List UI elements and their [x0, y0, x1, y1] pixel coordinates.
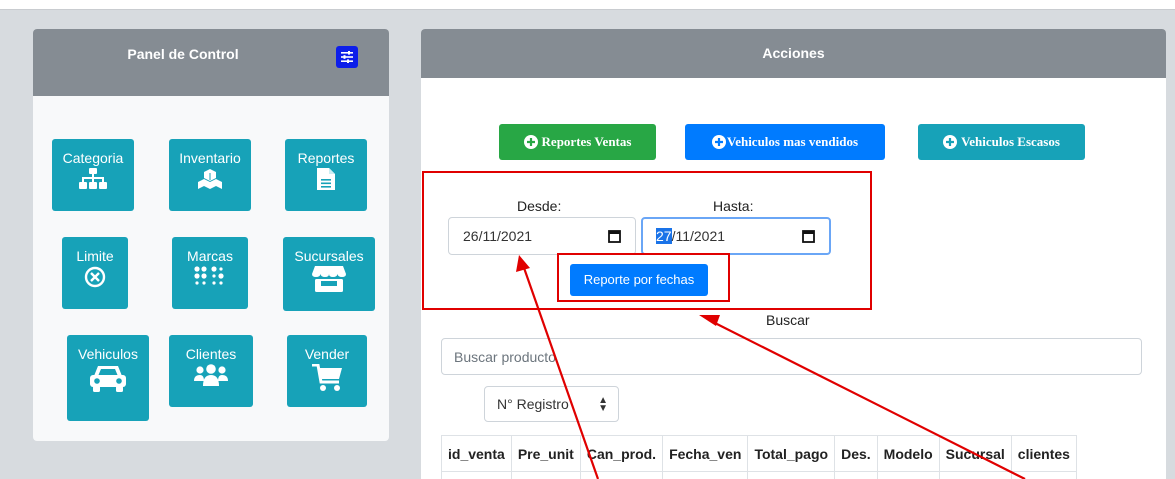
sitemap-icon: [79, 168, 107, 189]
file-icon: [317, 168, 335, 190]
tile-vehiculos[interactable]: Vehiculos: [67, 335, 149, 421]
desde-date-input[interactable]: 26/11/2021: [448, 217, 636, 255]
tile-label: Sucursales: [294, 248, 364, 264]
vehiculos-mas-vendidos-button[interactable]: Vehiculos mas vendidos: [685, 124, 885, 160]
actions-panel: Acciones Reportes Ventas Vehiculos mas v…: [421, 29, 1166, 479]
hasta-label: Hasta:: [713, 198, 754, 214]
braille-icon: [194, 266, 224, 285]
select-arrows-icon: ▲ ▼: [598, 395, 608, 414]
table-header-cell[interactable]: clientes: [1010, 435, 1077, 472]
tile-label: Clientes: [185, 346, 237, 362]
table-header-cell[interactable]: Modelo: [876, 435, 940, 472]
tile-label: Limite: [76, 248, 114, 264]
desde-label: Desde:: [517, 198, 562, 214]
tile-label: Inventario: [179, 150, 241, 166]
ventas-table: id_venta Pre_unit Can_prod. Fecha_ven To…: [441, 435, 1077, 479]
times-circle-icon: [84, 266, 106, 288]
control-panel: Panel de Control Categoria Inventario Re…: [33, 29, 389, 441]
sliders-icon: [341, 51, 353, 63]
search-input[interactable]: Buscar producto: [441, 338, 1142, 375]
registro-select-value: N° Registro: [497, 396, 569, 412]
table-header-cell[interactable]: Fecha_ven: [662, 435, 749, 472]
vehiculos-mas-vendidos-label: Vehiculos mas vendidos: [727, 134, 858, 149]
reporte-por-fechas-button[interactable]: Reporte por fechas: [570, 264, 708, 296]
table-header-cell[interactable]: Pre_unit: [510, 435, 581, 472]
top-bar: [0, 0, 1175, 10]
control-panel-header: Panel de Control: [33, 29, 389, 96]
tile-label: Vehiculos: [78, 346, 138, 362]
car-icon: [90, 366, 126, 392]
buscar-label: Buscar: [766, 312, 810, 328]
registro-select[interactable]: N° Registro ▲ ▼: [484, 386, 619, 422]
actions-panel-title: Acciones: [421, 29, 1166, 78]
hasta-day-selected: 27: [656, 228, 672, 244]
reportes-ventas-button[interactable]: Reportes Ventas: [499, 124, 656, 160]
table-header-cell[interactable]: id_venta: [441, 435, 512, 472]
sliders-button[interactable]: [336, 46, 358, 68]
hasta-date-rest: /11/2021: [671, 228, 726, 244]
cart-icon: [312, 364, 342, 391]
tile-limite[interactable]: Limite: [62, 237, 128, 309]
table-header-cell[interactable]: Des.: [834, 435, 878, 472]
tile-label: Categoria: [62, 150, 124, 166]
plus-circle-icon: [523, 135, 538, 149]
tile-label: Vender: [304, 346, 350, 362]
table-header-cell[interactable]: Can_prod.: [579, 435, 664, 472]
tile-label: Reportes: [297, 150, 355, 166]
tile-clientes[interactable]: Clientes: [169, 335, 253, 407]
tile-categoria[interactable]: Categoria: [52, 139, 134, 211]
store-icon: [312, 266, 346, 292]
plus-circle-icon: [943, 135, 958, 149]
tile-vender[interactable]: Vender: [287, 335, 367, 407]
tile-sucursales[interactable]: Sucursales: [283, 237, 375, 311]
calendar-icon[interactable]: [608, 229, 621, 243]
cubes-icon: [198, 169, 222, 189]
users-icon: [194, 364, 228, 386]
table-header-cell[interactable]: Sucursal: [938, 435, 1012, 472]
calendar-icon[interactable]: [802, 229, 815, 243]
control-panel-title: Panel de Control: [127, 46, 239, 62]
plus-circle-icon: [712, 135, 726, 149]
tile-marcas[interactable]: Marcas: [172, 237, 248, 309]
tile-inventario[interactable]: Inventario: [169, 139, 251, 211]
tile-reportes[interactable]: Reportes: [285, 139, 367, 211]
tile-label: Marcas: [187, 248, 233, 264]
table-row: [441, 471, 1077, 479]
reportes-ventas-label: Reportes Ventas: [541, 134, 632, 149]
vehiculos-escasos-label: Vehiculos Escasos: [961, 134, 1060, 149]
desde-date-value: 26/11/2021: [463, 228, 533, 244]
vehiculos-escasos-button[interactable]: Vehiculos Escasos: [918, 124, 1085, 160]
table-header-row: id_venta Pre_unit Can_prod. Fecha_ven To…: [441, 435, 1077, 472]
hasta-date-input[interactable]: 27/11/2021: [641, 217, 831, 255]
table-header-cell[interactable]: Total_pago: [747, 435, 836, 472]
